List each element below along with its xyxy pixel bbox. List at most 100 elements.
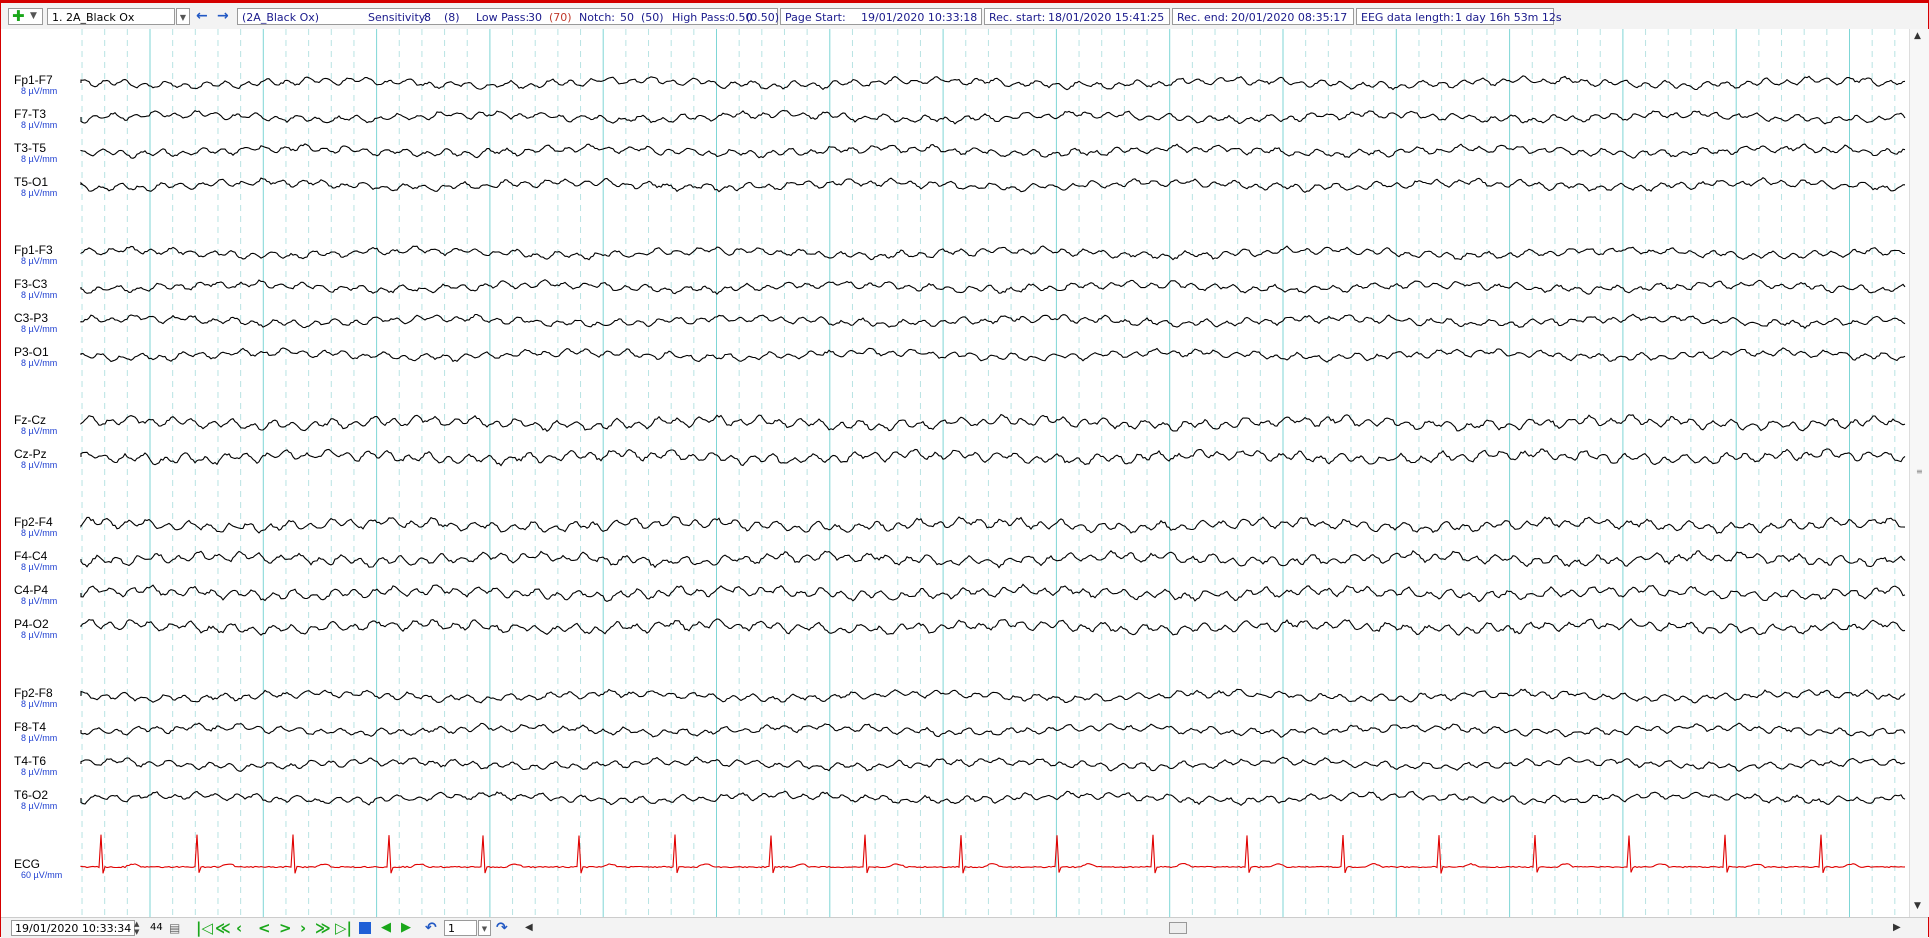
channel-label[interactable]: Fp2-F4 — [14, 515, 53, 529]
time-stepper[interactable]: ▲ ▼ — [134, 920, 145, 936]
fast-back-icon[interactable]: ≪ — [215, 920, 231, 936]
channel-sensitivity: 8 µV/mm — [21, 596, 58, 606]
play-back-icon[interactable]: ◀ — [381, 920, 391, 936]
channel-sensitivity: 8 µV/mm — [21, 733, 58, 743]
eeg-trace — [80, 516, 1906, 535]
scroll-grip-icon[interactable]: ≡ — [1916, 467, 1923, 476]
last-page-icon[interactable]: ▷| — [335, 920, 352, 936]
navigation-bar: 19/01/2020 10:33:34 ▲ ▼ 44 ▤ |◁ ≪ ‹ < > ›… — [1, 917, 1928, 938]
highpass-label: High Pass: — [672, 11, 729, 24]
redo-icon[interactable]: ↷ — [496, 920, 508, 936]
fast-forward-icon[interactable]: ≫ — [315, 920, 331, 936]
first-page-icon[interactable]: |◁ — [196, 920, 213, 936]
channel-label[interactable]: Fp2-F8 — [14, 686, 53, 700]
notch-value[interactable]: 50 — [620, 9, 634, 26]
back-icon[interactable]: ‹ — [236, 920, 242, 936]
scroll-right-arrow-icon[interactable]: ▶ — [1893, 920, 1901, 936]
montage-name: (2A_Black Ox) — [242, 11, 320, 24]
eeg-trace — [80, 75, 1906, 91]
channel-label[interactable]: C3-P3 — [14, 311, 48, 325]
scroll-up-arrow-icon[interactable]: ▲ — [1914, 31, 1921, 41]
sensitivity-value[interactable]: 8 — [424, 9, 431, 26]
eeg-trace-canvas[interactable] — [1, 29, 1909, 917]
lowpass-value[interactable]: 30 — [528, 9, 542, 26]
rec-start-field: Rec. start: 18/01/2020 15:41:25 — [984, 8, 1170, 25]
stop-icon[interactable] — [359, 922, 371, 934]
eeg-trace — [80, 109, 1906, 125]
eeg-trace — [80, 583, 1906, 603]
eeg-viewer-window: ✚ ▼ 1. 2A_Black Ox ▼ ← → (2A_Black Ox) S… — [0, 0, 1929, 938]
time-input-value: 19/01/2020 10:33:34 — [15, 922, 132, 935]
lowpass-label: Low Pass: — [476, 11, 530, 24]
eeg-length-field: EEG data length: 1 day 16h 53m 12s — [1356, 8, 1562, 25]
eeg-trace — [80, 245, 1905, 261]
play-forward-icon[interactable]: ▶ — [401, 920, 411, 936]
channel-label[interactable]: T5-O1 — [14, 175, 48, 189]
channel-label[interactable]: P3-O1 — [14, 345, 49, 359]
sensitivity-label: Sensitivity: — [368, 11, 429, 24]
forward-icon[interactable]: › — [300, 920, 306, 936]
rec-end-label: Rec. end: — [1177, 11, 1229, 24]
channel-label[interactable]: F3-C3 — [14, 277, 47, 291]
page-start-field: Page Start: 19/01/2020 10:33:18 — [780, 8, 982, 25]
channel-sensitivity: 8 µV/mm — [21, 358, 58, 368]
channel-label[interactable]: C4-P4 — [14, 583, 48, 597]
page-number-input[interactable]: 1 — [444, 920, 477, 936]
ecg-trace — [80, 834, 1906, 874]
channel-label[interactable]: Fp1-F7 — [14, 73, 53, 87]
horizontal-scroll-thumb[interactable] — [1169, 922, 1187, 934]
channel-label[interactable]: Fz-Cz — [14, 413, 46, 427]
channel-sensitivity: 8 µV/mm — [21, 256, 58, 266]
page-start-value: 19/01/2020 10:33:18 — [861, 11, 978, 24]
next-montage-button[interactable]: → — [217, 8, 231, 25]
montage-select-value: 1. 2A_Black Ox — [52, 11, 135, 24]
channel-sensitivity: 8 µV/mm — [21, 528, 58, 538]
channel-label[interactable]: F7-T3 — [14, 107, 46, 121]
channel-label[interactable]: T4-T6 — [14, 754, 46, 768]
step-forward-icon[interactable]: > — [279, 920, 292, 936]
eeg-trace — [80, 790, 1906, 807]
rec-start-value: 18/01/2020 15:41:25 — [1048, 11, 1165, 24]
previous-montage-button[interactable]: ← — [196, 8, 210, 25]
montage-dropdown-button[interactable]: ▼ — [176, 8, 190, 25]
eeg-trace — [80, 756, 1906, 772]
time-input[interactable]: 19/01/2020 10:33:34 — [11, 920, 135, 936]
eeg-trace — [80, 313, 1906, 330]
sensitivity-default: (8) — [444, 11, 460, 24]
channel-sensitivity: 8 µV/mm — [21, 154, 58, 164]
channel-sensitivity: 8 µV/mm — [21, 324, 58, 334]
channel-label[interactable]: T6-O2 — [14, 788, 48, 802]
channel-sensitivity: 8 µV/mm — [21, 801, 58, 811]
channel-label[interactable]: Fp1-F3 — [14, 243, 53, 257]
channel-label[interactable]: T3-T5 — [14, 141, 46, 155]
eeg-length-label: EEG data length: — [1361, 11, 1454, 24]
page-count: 44 — [150, 922, 163, 933]
pages-icon[interactable]: ▤ — [169, 920, 183, 936]
channel-sensitivity: 8 µV/mm — [21, 699, 58, 709]
eeg-trace-area[interactable]: Fp1-F7 8 µV/mm F7-T3 8 µV/mm T3-T5 8 µV/mm T5-… — [1, 29, 1928, 917]
channel-sensitivity: 8 µV/mm — [21, 460, 58, 470]
rec-end-value: 20/01/2020 08:35:17 — [1231, 11, 1348, 24]
page-number-dropdown[interactable]: ▼ — [478, 920, 491, 936]
undo-icon[interactable]: ↶ — [425, 920, 437, 936]
eeg-length-value: 1 day 16h 53m 12s — [1455, 11, 1562, 24]
scroll-left-arrow-icon[interactable]: ◀ — [525, 920, 533, 936]
eeg-trace — [80, 549, 1906, 569]
channel-sensitivity: 8 µV/mm — [21, 120, 58, 130]
eeg-trace — [80, 688, 1906, 704]
channel-label[interactable]: P4-O2 — [14, 617, 49, 631]
channel-label[interactable]: F8-T4 — [14, 720, 46, 734]
channel-label[interactable]: F4-C4 — [14, 549, 47, 563]
page-number-value: 1 — [448, 922, 455, 935]
channel-sensitivity: 60 µV/mm — [21, 870, 63, 880]
channel-label[interactable]: ECG — [14, 857, 40, 871]
rec-start-label: Rec. start: — [989, 11, 1046, 24]
scroll-down-arrow-icon[interactable]: ▼ — [1914, 901, 1921, 911]
montage-select[interactable]: 1. 2A_Black Ox — [47, 8, 175, 25]
channel-label[interactable]: Cz-Pz — [14, 447, 47, 461]
vertical-scrollbar[interactable]: ▲ ≡ ▼ — [1909, 29, 1929, 917]
step-back-icon[interactable]: < — [258, 920, 271, 936]
channel-sensitivity: 8 µV/mm — [21, 188, 58, 198]
add-montage-button[interactable]: ✚ ▼ — [8, 8, 43, 25]
channel-sensitivity: 8 µV/mm — [21, 630, 58, 640]
